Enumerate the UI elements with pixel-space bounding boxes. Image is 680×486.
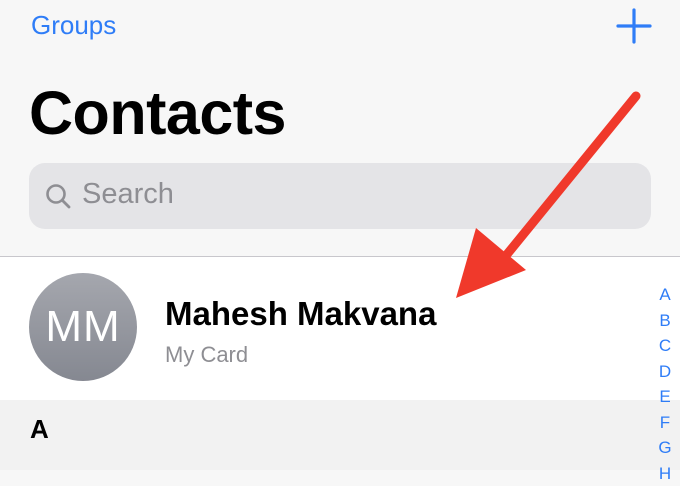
contact-name: Mahesh Makvana	[165, 295, 436, 333]
index-letter[interactable]: B	[652, 308, 678, 334]
section-letter: A	[30, 414, 49, 445]
alphabet-index[interactable]: A B C D E F G H	[652, 282, 678, 486]
index-letter[interactable]: C	[652, 333, 678, 359]
section-header: A	[0, 400, 680, 470]
index-letter[interactable]: H	[652, 461, 678, 486]
my-card-row[interactable]: MM Mahesh Makvana My Card	[0, 257, 680, 400]
index-letter[interactable]: E	[652, 384, 678, 410]
magnifier-icon	[43, 181, 75, 213]
avatar: MM	[29, 273, 137, 381]
index-letter[interactable]: A	[652, 282, 678, 308]
index-letter[interactable]: D	[652, 359, 678, 385]
my-card-label: My Card	[165, 342, 248, 368]
navigation-header: Groups Contacts Search	[0, 0, 680, 256]
index-letter[interactable]: G	[652, 435, 678, 461]
groups-button[interactable]: Groups	[31, 10, 116, 41]
search-input[interactable]: Search	[29, 163, 651, 229]
search-placeholder: Search	[82, 178, 174, 211]
plus-icon[interactable]	[616, 8, 652, 44]
index-letter[interactable]: F	[652, 410, 678, 436]
page-title: Contacts	[29, 78, 286, 148]
